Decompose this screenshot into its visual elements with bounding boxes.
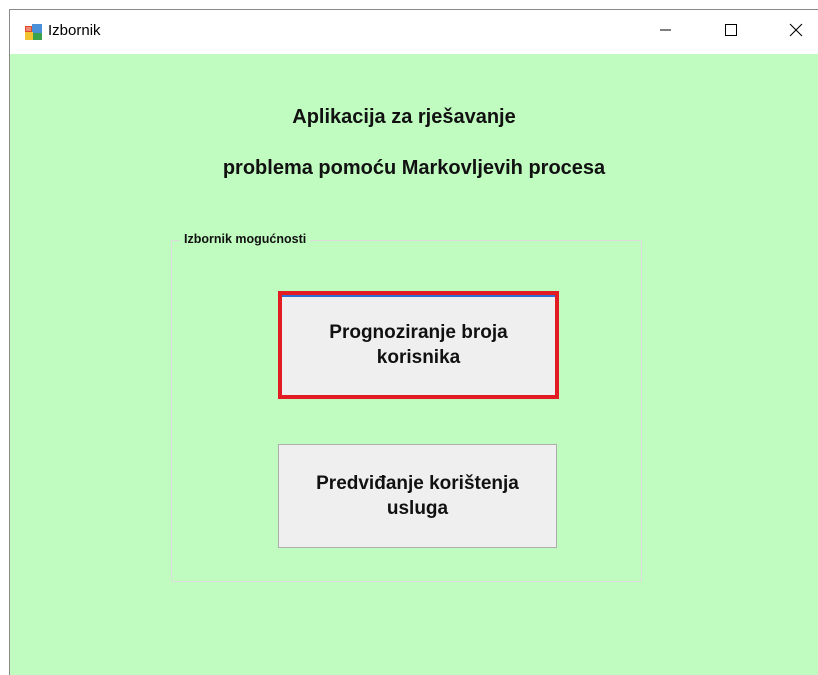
maximize-button[interactable]	[701, 10, 761, 54]
predict-service-usage-button-label: Predviđanje korištenja usluga	[316, 473, 519, 519]
form-client-area: Aplikacija za rješavanje problema pomoću…	[10, 54, 818, 675]
app-window: Izbornik Aplikacija za rješavanje proble…	[9, 9, 818, 675]
maximize-icon	[725, 23, 737, 41]
close-icon	[789, 23, 803, 42]
close-button[interactable]	[766, 10, 818, 54]
title-bar[interactable]: Izbornik	[10, 10, 818, 54]
window-title: Izbornik	[48, 22, 101, 39]
heading-line-2: problema pomoću Markovljevih procesa	[222, 157, 606, 179]
groupbox-legend: Izbornik mogućnosti	[180, 232, 311, 246]
app-icon	[25, 24, 43, 40]
options-groupbox: Izbornik mogućnosti Prognoziranje broja …	[171, 232, 642, 582]
predict-service-usage-button[interactable]: Predviđanje korištenja usluga	[278, 444, 557, 548]
forecast-users-button-label: Prognoziranje broja korisnika	[329, 322, 508, 368]
forecast-users-button[interactable]: Prognoziranje broja korisnika	[278, 291, 559, 399]
minimize-button[interactable]	[636, 10, 696, 54]
minimize-icon	[660, 23, 672, 41]
heading-line-1: Aplikacija za rješavanje	[292, 106, 516, 128]
